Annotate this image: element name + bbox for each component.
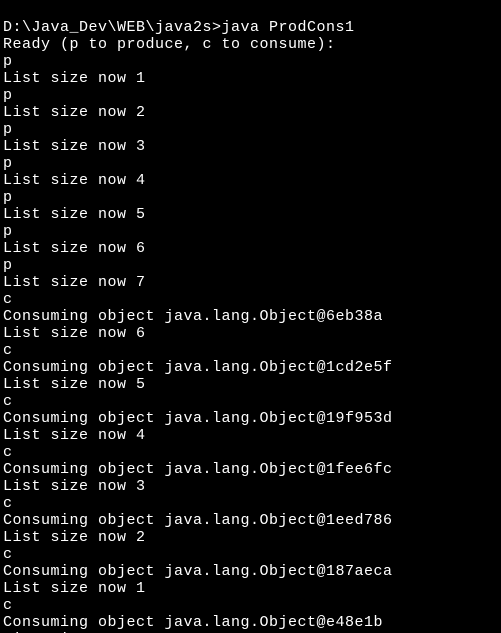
consume-input: c — [3, 291, 13, 308]
produce-input: p — [3, 189, 13, 206]
produce-input: p — [3, 121, 13, 138]
produce-msg: List size now 4 — [3, 172, 146, 189]
consume-size: List size now 3 — [3, 478, 146, 495]
consume-input: c — [3, 342, 13, 359]
produce-msg: List size now 2 — [3, 104, 146, 121]
consume-size: List size now 4 — [3, 427, 146, 444]
consume-size: List size now 2 — [3, 529, 146, 546]
prompt-line: D:\Java_Dev\WEB\java2s>java ProdCons1 — [3, 19, 355, 36]
consume-input: c — [3, 546, 13, 563]
produce-msg: List size now 5 — [3, 206, 146, 223]
consume-size: List size now 1 — [3, 580, 146, 597]
produce-input: p — [3, 155, 13, 172]
ready-line: Ready (p to produce, c to consume): — [3, 36, 336, 53]
consume-obj: Consuming object java.lang.Object@6eb38a — [3, 308, 383, 325]
produce-msg: List size now 3 — [3, 138, 146, 155]
consume-obj: Consuming object java.lang.Object@1fee6f… — [3, 461, 393, 478]
terminal-output[interactable]: D:\Java_Dev\WEB\java2s>java ProdCons1 Re… — [0, 0, 501, 633]
consume-obj: Consuming object java.lang.Object@e48e1b — [3, 614, 383, 631]
consume-obj: Consuming object java.lang.Object@1eed78… — [3, 512, 393, 529]
consume-input: c — [3, 393, 13, 410]
consume-obj: Consuming object java.lang.Object@187aec… — [3, 563, 393, 580]
produce-msg: List size now 6 — [3, 240, 146, 257]
consume-size: List size now 5 — [3, 376, 146, 393]
produce-msg: List size now 7 — [3, 274, 146, 291]
consume-obj: Consuming object java.lang.Object@19f953… — [3, 410, 393, 427]
produce-input: p — [3, 53, 13, 70]
produce-input: p — [3, 87, 13, 104]
consume-size: List size now 6 — [3, 325, 146, 342]
produce-input: p — [3, 257, 13, 274]
consume-obj: Consuming object java.lang.Object@1cd2e5… — [3, 359, 393, 376]
produce-msg: List size now 1 — [3, 70, 146, 87]
consume-input: c — [3, 444, 13, 461]
consume-input: c — [3, 597, 13, 614]
consume-input: c — [3, 495, 13, 512]
produce-input: p — [3, 223, 13, 240]
